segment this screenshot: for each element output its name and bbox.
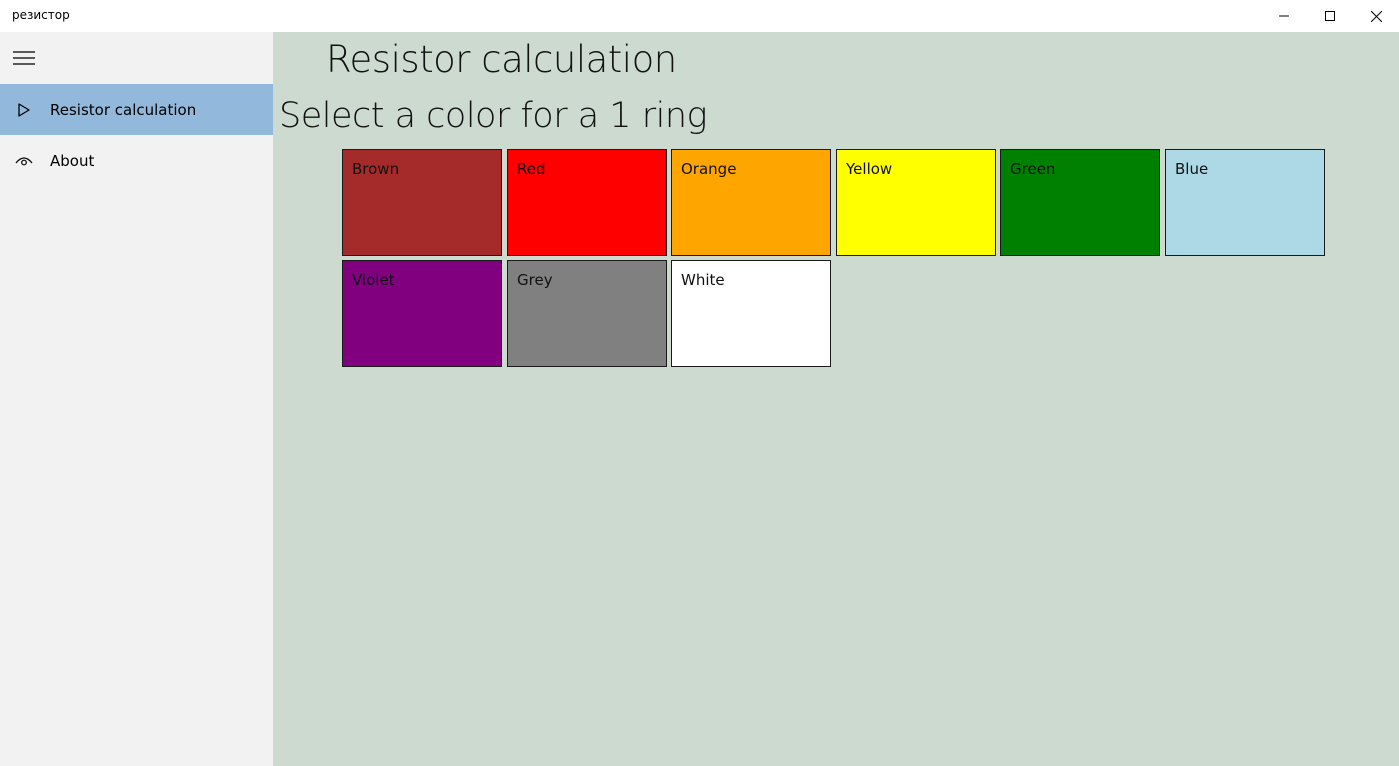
- color-button-orange[interactable]: Orange: [671, 149, 831, 256]
- color-button-label: Grey: [517, 271, 553, 289]
- maximize-button[interactable]: [1307, 0, 1353, 32]
- color-button-label: Brown: [352, 160, 400, 178]
- page-title: Resistor calculation: [326, 38, 677, 81]
- hamburger-icon: [13, 51, 35, 65]
- color-button-white[interactable]: White: [671, 260, 831, 367]
- color-button-label: Blue: [1175, 160, 1209, 178]
- ring-color-prompt: Select a color for a 1 ring: [279, 96, 708, 136]
- color-button-label: Violet: [352, 271, 395, 289]
- color-button-label: Green: [1010, 160, 1056, 178]
- color-button-green[interactable]: Green: [1000, 149, 1160, 256]
- close-button[interactable]: [1353, 0, 1399, 32]
- close-icon: [1370, 10, 1382, 22]
- minimize-button[interactable]: [1261, 0, 1307, 32]
- app-window: резистор Resistor calculation About Resi…: [0, 0, 1399, 766]
- nav-item-resistor-calculation[interactable]: Resistor calculation: [0, 84, 273, 135]
- hamburger-button[interactable]: [0, 32, 48, 84]
- nav-item-label: About: [50, 151, 95, 170]
- color-button-yellow[interactable]: Yellow: [836, 149, 996, 256]
- nav-item-about[interactable]: About: [0, 135, 273, 186]
- play-triangle-icon: [0, 84, 48, 135]
- title-bar: резистор: [0, 0, 1399, 32]
- color-button-red[interactable]: Red: [507, 149, 667, 256]
- color-button-brown[interactable]: Brown: [342, 149, 502, 256]
- navigation-pane: Resistor calculation About: [0, 32, 273, 766]
- color-button-label: Yellow: [846, 160, 893, 178]
- color-button-blue[interactable]: Blue: [1165, 149, 1325, 256]
- window-controls: [1261, 0, 1399, 32]
- content-area: Resistor calculation Select a color for …: [273, 32, 1399, 766]
- maximize-icon: [1325, 11, 1335, 21]
- eye-icon: [0, 135, 48, 186]
- color-button-label: Orange: [681, 160, 737, 178]
- color-button-label: Red: [517, 160, 546, 178]
- color-button-grey[interactable]: Grey: [507, 260, 667, 367]
- minimize-icon: [1279, 15, 1289, 17]
- window-title: резистор: [12, 8, 70, 22]
- nav-item-label: Resistor calculation: [50, 100, 197, 119]
- color-button-label: White: [681, 271, 725, 289]
- color-button-violet[interactable]: Violet: [342, 260, 502, 367]
